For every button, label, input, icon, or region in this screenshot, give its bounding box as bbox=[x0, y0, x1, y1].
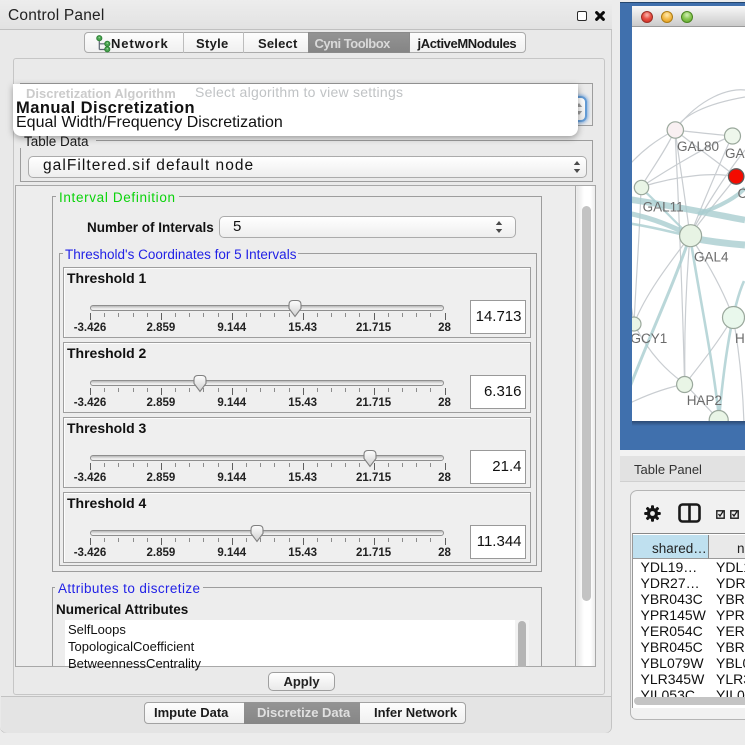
svg-text:GAL11: GAL11 bbox=[643, 200, 684, 215]
svg-text:C: C bbox=[738, 186, 745, 201]
svg-text:GAL4: GAL4 bbox=[694, 250, 729, 265]
svg-text:GCY1: GCY1 bbox=[632, 331, 667, 346]
svg-text:H: H bbox=[735, 331, 745, 346]
svg-text:GA: GA bbox=[725, 146, 745, 161]
svg-text:HAP2: HAP2 bbox=[687, 393, 722, 408]
svg-text:GAL80: GAL80 bbox=[677, 139, 719, 154]
